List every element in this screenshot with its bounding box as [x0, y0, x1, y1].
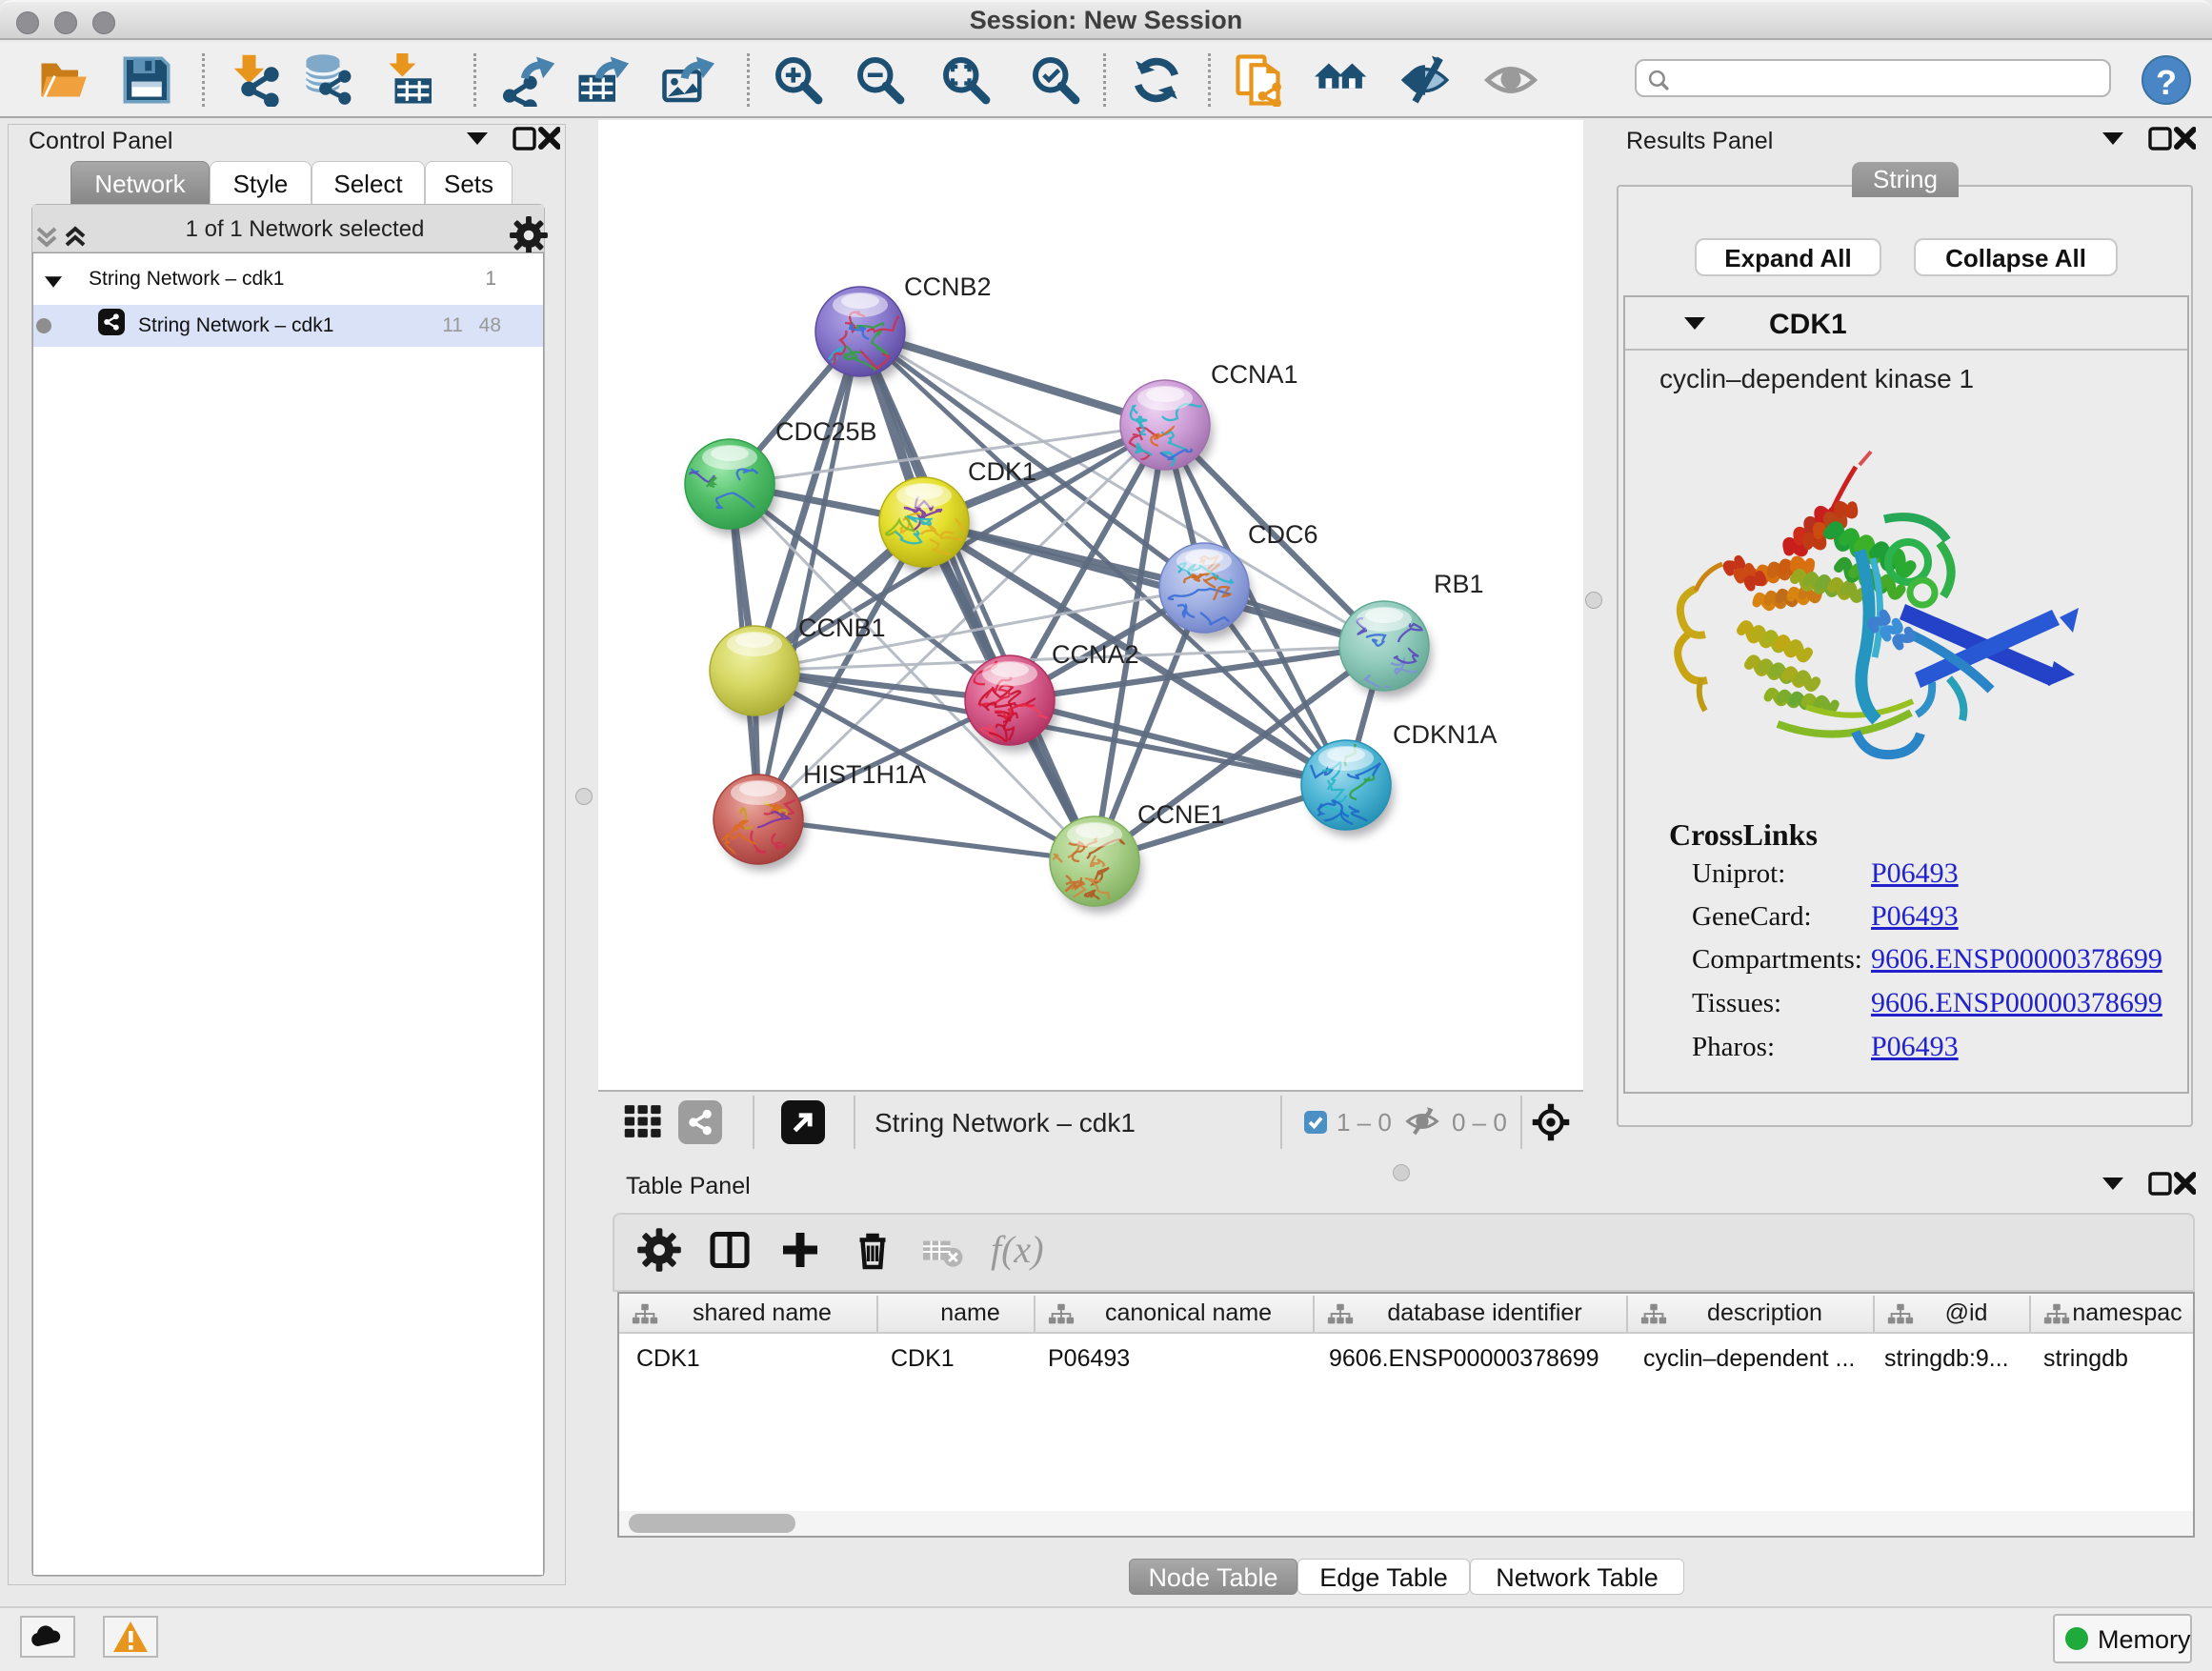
svg-text:RB1: RB1	[1434, 570, 1484, 598]
svg-text:CCNB1: CCNB1	[798, 614, 886, 642]
svg-text:CDC25B: CDC25B	[775, 417, 877, 446]
svg-text:CCNB2: CCNB2	[904, 272, 992, 301]
svg-text:CDK1: CDK1	[968, 457, 1036, 486]
svg-text:CCNA2: CCNA2	[1052, 640, 1139, 669]
svg-text:CDC6: CDC6	[1248, 520, 1318, 549]
svg-text:CCNA1: CCNA1	[1211, 360, 1298, 389]
svg-text:CCNE1: CCNE1	[1137, 800, 1225, 829]
svg-text:CDKN1A: CDKN1A	[1393, 720, 1498, 749]
svg-text:HIST1H1A: HIST1H1A	[803, 760, 926, 789]
